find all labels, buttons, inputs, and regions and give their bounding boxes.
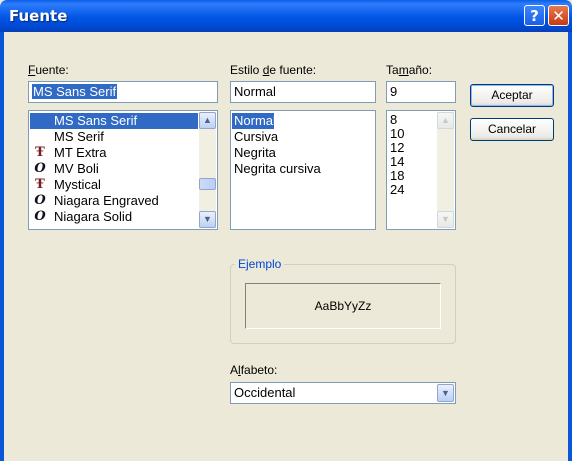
scroll-down-button[interactable]: ▼ [199,211,216,228]
font-list-item-label: Mystical [54,177,101,192]
font-list-item-label: MV Boli [54,161,99,176]
size-scroll-up-button[interactable]: ▲ [437,112,454,129]
font-list-item-label: Niagara Engraved [54,193,159,208]
font-style-list[interactable]: Normal Cursiva Negrita Negrita cursiva [230,110,376,230]
chevron-down-icon: ▼ [441,214,450,224]
cancel-button[interactable]: Cancelar [470,118,554,141]
font-size-input[interactable]: 9 [386,81,456,103]
accept-button[interactable]: Aceptar [470,84,554,107]
help-icon: ? [530,7,539,25]
font-list-item[interactable]: Ŧ MT Extra [30,145,198,161]
opentype-font-icon: O [34,193,46,208]
font-list-item[interactable]: O MV Boli [30,161,198,177]
font-style-item[interactable]: Normal [232,113,276,129]
truetype-font-icon: Ŧ [35,145,45,160]
font-input-value: MS Sans Serif [32,84,118,99]
font-list-item[interactable]: MS Sans Serif [30,113,198,129]
close-icon: ✕ [552,7,565,25]
chevron-down-icon: ▼ [203,214,212,224]
scroll-up-button[interactable]: ▲ [199,112,216,129]
font-size-label: Tamaño: [386,63,433,77]
font-size-item[interactable]: 10 [388,127,404,141]
font-style-label: Estilo de fuente: [230,63,317,77]
font-list-item-label: MT Extra [54,145,107,160]
font-list-item[interactable]: MS Serif [30,129,198,145]
font-style-input[interactable]: Normal [230,81,376,103]
window-frame-left [0,32,4,461]
sample-preview: AaBbYyZz [245,283,441,329]
chevron-up-icon: ▲ [203,115,212,125]
title-bar: Fuente ? ✕ [0,0,572,32]
font-size-scrollbar[interactable]: ▲ ▼ [437,112,454,228]
font-label: Fuente: [28,63,69,77]
font-list-item[interactable]: Ŧ Mystical [30,177,198,193]
script-select[interactable]: Occidental ▼ [230,382,456,404]
font-style-item[interactable]: Negrita [232,145,276,161]
font-list-item-label: MS Serif [54,129,104,144]
help-button[interactable]: ? [524,5,545,26]
opentype-font-icon: O [34,161,46,176]
font-size-item[interactable]: 12 [388,141,404,155]
font-list-item-label: MS Sans Serif [54,113,138,128]
font-style-item[interactable]: Negrita cursiva [232,161,321,177]
close-button[interactable]: ✕ [548,5,569,26]
font-input[interactable]: MS Sans Serif [28,81,218,103]
font-size-item[interactable]: 8 [388,113,397,127]
size-scroll-down-button[interactable]: ▼ [437,211,454,228]
font-size-input-value: 9 [390,84,398,99]
font-list-item-label: Niagara Solid [54,209,133,224]
chevron-up-icon: ▲ [441,115,450,125]
font-list[interactable]: MS Sans Serif MS Serif Ŧ MT Extra O MV Boli Ŧ M… [28,110,218,230]
opentype-font-icon: O [34,209,46,224]
sample-text: AaBbYyZz [314,299,372,313]
font-style-input-value: Normal [234,84,276,99]
window-title: Fuente [9,7,68,25]
font-list-item[interactable]: O Niagara Solid [30,209,198,225]
script-label: Alfabeto: [230,363,278,377]
sample-legend: Ejemplo [235,257,285,271]
font-list-item[interactable]: O Niagara Engraved [30,193,198,209]
chevron-down-icon: ▼ [441,388,450,398]
font-size-item[interactable]: 18 [388,169,404,183]
script-dropdown-button[interactable]: ▼ [437,384,454,402]
font-size-item[interactable]: 14 [388,155,404,169]
truetype-font-icon: Ŧ [35,177,45,192]
script-select-value: Occidental [234,385,296,400]
font-size-list[interactable]: 8 10 12 14 18 24 ▲ ▼ [386,110,456,230]
font-list-scrollbar[interactable]: ▲ ▼ [199,112,216,228]
scroll-thumb[interactable] [199,178,216,190]
font-style-item[interactable]: Cursiva [232,129,278,145]
font-size-item[interactable]: 24 [388,183,404,197]
window-frame-right [568,32,572,461]
